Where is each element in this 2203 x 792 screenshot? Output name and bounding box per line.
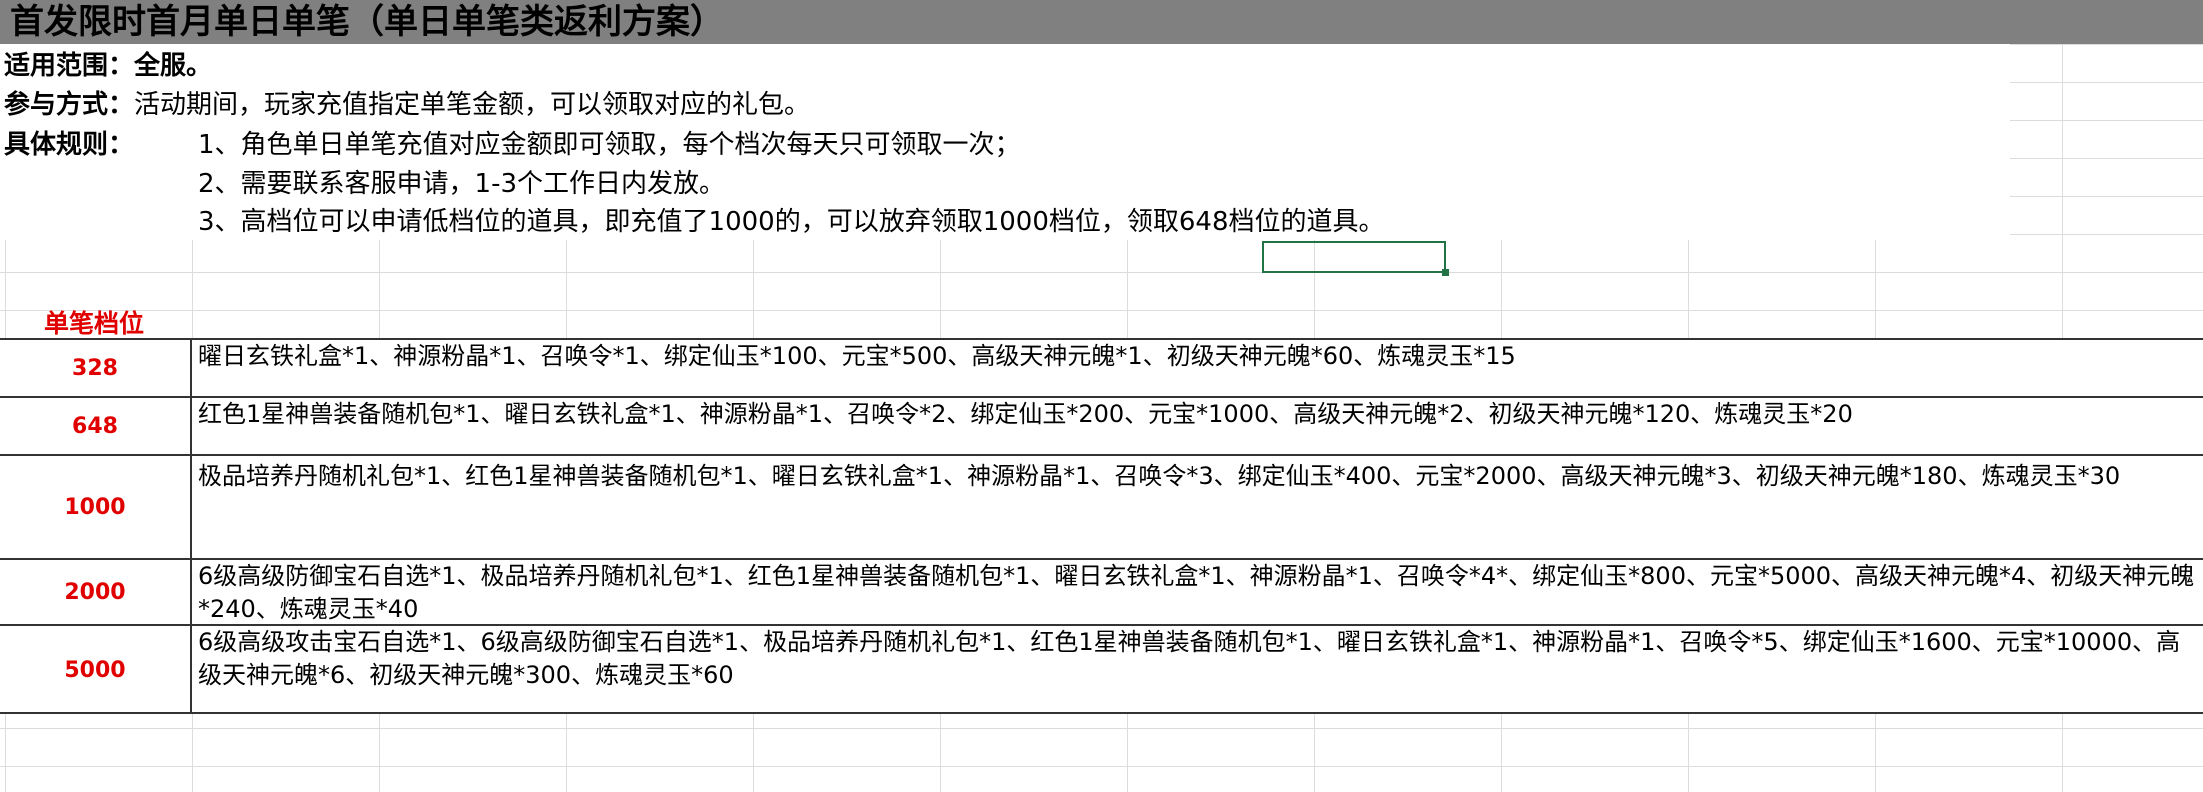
tier-cell[interactable]: 5000 (0, 626, 192, 714)
tier-cell[interactable]: 648 (0, 398, 192, 454)
rule-item-3: 3、高档位可以申请低档位的道具，即充值了1000的，可以放弃领取1000档位，领… (198, 207, 1385, 237)
scope-line: 适用范围：全服。 (4, 48, 212, 84)
method-label: 参与方式： (4, 90, 135, 120)
title-bar: 首发限时首月单日单笔（单日单笔类返利方案） (0, 0, 2203, 44)
rule-item-2: 2、需要联系客服申请，1-3个工作日内发放。 (198, 169, 726, 199)
reward-cell[interactable]: 红色1星神兽装备随机包*1、曜日玄铁礼盒*1、神源粉晶*1、召唤令*2、绑定仙玉… (198, 398, 2197, 431)
table-row: 5000 6级高级攻击宝石自选*1、6级高级防御宝石自选*1、极品培养丹随机礼包… (0, 626, 2203, 714)
fill-handle[interactable] (1442, 269, 1449, 276)
rule-item-1: 1、角色单日单笔充值对应金额即可领取，每个档次每天只可领取一次； (198, 130, 1021, 160)
tier-cell[interactable]: 1000 (0, 456, 192, 558)
scope-label: 适用范围： (4, 51, 135, 81)
reward-cell[interactable]: 极品培养丹随机礼包*1、红色1星神兽装备随机包*1、曜日玄铁礼盒*1、神源粉晶*… (198, 460, 2197, 493)
reward-cell[interactable]: 曜日玄铁礼盒*1、神源粉晶*1、召唤令*1、绑定仙玉*100、元宝*500、高级… (198, 340, 2197, 373)
scope-value: 全服。 (134, 51, 213, 81)
method-line: 参与方式：活动期间，玩家充值指定单笔金额，可以领取对应的礼包。 (4, 87, 810, 123)
tier-cell[interactable]: 2000 (0, 560, 192, 624)
tier-cell[interactable]: 328 (0, 340, 192, 396)
table-row: 2000 6级高级防御宝石自选*1、极品培养丹随机礼包*1、红色1星神兽装备随机… (0, 560, 2203, 626)
table-row: 328 曜日玄铁礼盒*1、神源粉晶*1、召唤令*1、绑定仙玉*100、元宝*50… (0, 340, 2203, 398)
reward-cell[interactable]: 6级高级防御宝石自选*1、极品培养丹随机礼包*1、红色1星神兽装备随机包*1、曜… (198, 560, 2197, 626)
rules-label: 具体规则： (4, 130, 135, 160)
page-title: 首发限时首月单日单笔（单日单笔类返利方案） (10, 2, 724, 42)
table-row: 1000 极品培养丹随机礼包*1、红色1星神兽装备随机包*1、曜日玄铁礼盒*1、… (0, 456, 2203, 560)
selected-cell[interactable] (1262, 241, 1446, 273)
reward-table: 328 曜日玄铁礼盒*1、神源粉晶*1、召唤令*1、绑定仙玉*100、元宝*50… (0, 338, 2203, 714)
method-value: 活动期间，玩家充值指定单笔金额，可以领取对应的礼包。 (134, 90, 811, 120)
table-row: 648 红色1星神兽装备随机包*1、曜日玄铁礼盒*1、神源粉晶*1、召唤令*2、… (0, 398, 2203, 456)
reward-cell[interactable]: 6级高级攻击宝石自选*1、6级高级防御宝石自选*1、极品培养丹随机礼包*1、红色… (198, 626, 2197, 692)
tier-column-header: 单笔档位 (44, 309, 145, 338)
